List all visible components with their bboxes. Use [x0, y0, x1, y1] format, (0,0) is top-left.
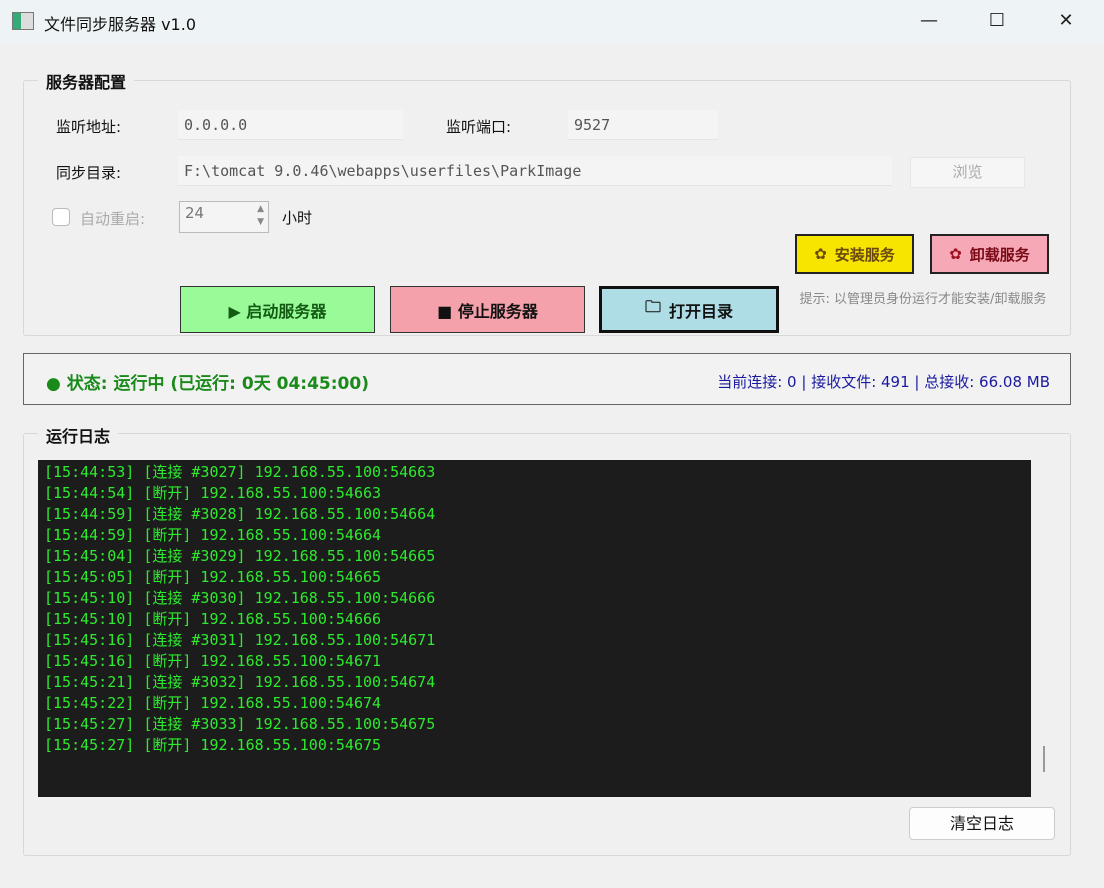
- log-line: [15:44:53] [连接 #3027] 192.168.55.100:546…: [44, 463, 436, 481]
- log-scrollbar[interactable]: [1043, 746, 1045, 772]
- log-line: [15:45:22] [断开] 192.168.55.100:54674: [44, 694, 382, 712]
- gear-icon: ✿: [949, 245, 962, 263]
- log-line: [15:44:59] [连接 #3028] 192.168.55.100:546…: [44, 505, 436, 523]
- log-line: [15:44:59] [断开] 192.168.55.100:54664: [44, 526, 382, 544]
- log-line: [15:45:10] [断开] 192.168.55.100:54666: [44, 610, 382, 628]
- auto-restart-label: 自动重启:: [80, 210, 146, 228]
- log-line: [15:45:10] [连接 #3030] 192.168.55.100:546…: [44, 589, 436, 607]
- log-line: [15:45:27] [断开] 192.168.55.100:54675: [44, 736, 382, 754]
- config-title: 服务器配置: [38, 69, 135, 93]
- window-title: 文件同步服务器 v1.0: [44, 15, 197, 34]
- close-button[interactable]: ✕: [1043, 6, 1089, 36]
- admin-hint: 提示: 以管理员身份运行才能安装/卸载服务: [799, 292, 1047, 307]
- dir-input[interactable]: F:\tomcat 9.0.46\webapps\userfiles\ParkI…: [178, 156, 892, 186]
- start-server-button[interactable]: ▶ 启动服务器: [180, 286, 375, 333]
- addr-input[interactable]: 0.0.0.0: [178, 110, 403, 140]
- stats-text: 当前连接: 0 | 接收文件: 491 | 总接收: 66.08 MB: [717, 373, 1050, 391]
- dir-label: 同步目录:: [56, 164, 122, 182]
- hours-unit: 小时: [282, 209, 313, 227]
- open-dir-button[interactable]: 🗀 打开目录: [599, 286, 779, 333]
- spin-arrows-icon[interactable]: ▲ ▼: [257, 203, 264, 229]
- browse-button[interactable]: 浏览: [910, 157, 1025, 188]
- log-line: [15:45:21] [连接 #3032] 192.168.55.100:546…: [44, 673, 436, 691]
- uninstall-service-button[interactable]: ✿ 卸载服务: [930, 234, 1049, 274]
- auto-restart-checkbox[interactable]: [52, 208, 70, 226]
- maximize-button[interactable]: ☐: [974, 6, 1020, 36]
- log-line: [15:45:16] [断开] 192.168.55.100:54671: [44, 652, 382, 670]
- log-line: [15:45:05] [断开] 192.168.55.100:54665: [44, 568, 382, 586]
- stop-server-button[interactable]: ■ 停止服务器: [390, 286, 585, 333]
- log-line: [15:45:16] [连接 #3031] 192.168.55.100:546…: [44, 631, 436, 649]
- app-icon: [12, 12, 34, 30]
- gear-icon: ✿: [814, 245, 827, 263]
- log-line: [15:45:04] [连接 #3029] 192.168.55.100:546…: [44, 547, 436, 565]
- minimize-button[interactable]: —: [906, 6, 952, 36]
- auto-restart-spinbox[interactable]: 24 ▲ ▼: [179, 201, 269, 233]
- status-text: ● 状态: 运行中 (已运行: 0天 04:45:00): [46, 374, 369, 394]
- auto-restart-value: 24: [185, 204, 205, 222]
- folder-icon: 🗀: [644, 297, 661, 316]
- log-title: 运行日志: [38, 423, 119, 447]
- log-line: [15:45:27] [连接 #3033] 192.168.55.100:546…: [44, 715, 436, 733]
- addr-label: 监听地址:: [56, 118, 122, 136]
- port-label: 监听端口:: [446, 118, 512, 136]
- clear-log-button[interactable]: 清空日志: [909, 807, 1055, 840]
- port-input[interactable]: 9527: [568, 110, 718, 140]
- install-service-button[interactable]: ✿ 安装服务: [795, 234, 914, 274]
- log-area[interactable]: [15:44:53] [连接 #3027] 192.168.55.100:546…: [38, 460, 1031, 797]
- log-line: [15:44:54] [断开] 192.168.55.100:54663: [44, 484, 382, 502]
